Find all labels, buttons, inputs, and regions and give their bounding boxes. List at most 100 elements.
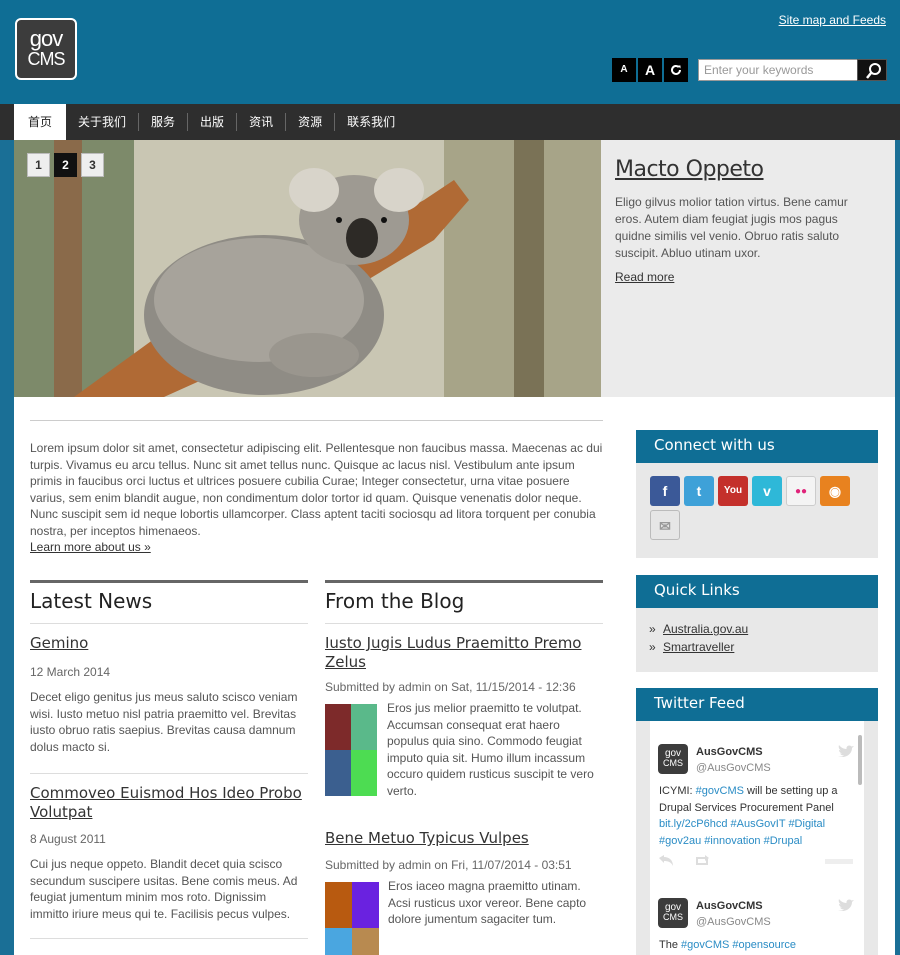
blog-item-title[interactable]: Iusto Jugis Ludus Praemitto Premo Zelus bbox=[325, 634, 603, 672]
refresh-icon bbox=[671, 64, 681, 75]
read-more-link[interactable]: Read more bbox=[615, 270, 674, 284]
youtube-icon[interactable]: You bbox=[718, 476, 748, 506]
blog-item-meta: Submitted by admin on Fri, 11/07/2014 - … bbox=[325, 858, 572, 872]
news-item-title[interactable]: Commoveo Euismod Hos Ideo Probo Volutpat bbox=[30, 784, 308, 822]
slide-body: Eligo gilvus molior tation virtus. Bene … bbox=[615, 195, 848, 260]
news-item: Commoveo Euismod Hos Ideo Probo Volutpat… bbox=[30, 774, 308, 922]
tweet-text: ICYMI: #govCMS will be setting up a Drup… bbox=[659, 785, 838, 847]
quick-link-item: » Smartraveller bbox=[649, 638, 878, 656]
twitter-block: Twitter Feed gov CMS AusGovCMS @AusGovCM… bbox=[636, 688, 878, 955]
tweet-user[interactable]: AusGovCMS bbox=[696, 746, 763, 758]
hashtag-link[interactable]: #innovation bbox=[704, 835, 760, 847]
twitter-timeline[interactable]: gov CMS AusGovCMS @AusGovCMS ICYMI: #gov… bbox=[650, 721, 864, 955]
govcms-logo[interactable]: gov CMS bbox=[15, 18, 77, 80]
hashtag-link[interactable]: #govCMS bbox=[696, 785, 744, 797]
blog-item: Iusto Jugis Ludus Praemitto Premo Zelus … bbox=[325, 624, 603, 798]
retweet-icon[interactable] bbox=[695, 855, 711, 867]
slide-title[interactable]: Macto Oppeto bbox=[615, 157, 881, 182]
hashtag-link[interactable]: #AusGovIT bbox=[731, 818, 786, 830]
slide-pager-1[interactable]: 1 bbox=[27, 153, 50, 177]
nav-item-about[interactable]: 关于我们 bbox=[66, 113, 138, 131]
slideshow-image[interactable] bbox=[14, 140, 601, 397]
twitter-heading: Twitter Feed bbox=[636, 688, 878, 721]
latest-news-column: Latest News Gemino 12 March 2014 Decet e… bbox=[30, 580, 308, 939]
blog-column: From the Blog Iusto Jugis Ludus Praemitt… bbox=[325, 580, 603, 955]
news-item-date: 12 March 2014 bbox=[30, 665, 111, 679]
twitter-bird-icon bbox=[838, 745, 854, 758]
intro-text: Lorem ipsum dolor sit amet, consectetur … bbox=[30, 441, 603, 538]
latest-news-heading: Latest News bbox=[30, 580, 308, 624]
nav-item-resources[interactable]: 资源 bbox=[285, 113, 334, 131]
twitter-icon[interactable]: t bbox=[684, 476, 714, 506]
slide-pager-3[interactable]: 3 bbox=[81, 153, 104, 177]
quick-link-australia-gov[interactable]: Australia.gov.au bbox=[663, 622, 748, 636]
logo-text-gov: gov bbox=[29, 26, 63, 51]
sitemap-link[interactable]: Site map and Feeds bbox=[779, 13, 886, 27]
bullet-icon: » bbox=[649, 622, 656, 636]
scrollbar[interactable] bbox=[858, 735, 862, 785]
hashtag-link[interactable]: #Digital bbox=[788, 818, 825, 830]
font-large-button[interactable]: A bbox=[638, 58, 662, 82]
nav-item-services[interactable]: 服务 bbox=[138, 113, 187, 131]
connect-heading: Connect with us bbox=[636, 430, 878, 463]
learn-more-link[interactable]: Learn more about us » bbox=[30, 540, 151, 554]
hashtag-link[interactable]: bit.ly/2cP6hcd bbox=[659, 818, 727, 830]
rss-icon[interactable]: ◉ bbox=[820, 476, 850, 506]
nav-item-news[interactable]: 资讯 bbox=[236, 113, 285, 131]
intro-section: Lorem ipsum dolor sit amet, consectetur … bbox=[30, 440, 603, 556]
vimeo-icon[interactable]: v bbox=[752, 476, 782, 506]
nav-item-home[interactable]: 首页 bbox=[14, 104, 67, 140]
news-item-title[interactable]: Gemino bbox=[30, 634, 308, 653]
quick-link-smartraveller[interactable]: Smartraveller bbox=[663, 640, 734, 654]
blog-item-body: Eros jus melior praemitto te volutpat. A… bbox=[387, 701, 594, 798]
connect-block: Connect with us f t You v ●● ◉ ✉ bbox=[636, 430, 878, 558]
font-reset-button[interactable] bbox=[664, 58, 688, 82]
email-icon[interactable]: ✉ bbox=[650, 510, 680, 540]
main-content: 1 2 3 Macto Oppeto Eligo gilvus molior t… bbox=[14, 140, 895, 955]
avatar[interactable]: gov CMS bbox=[658, 898, 688, 928]
blog-item-title[interactable]: Bene Metuo Typicus Vulpes bbox=[325, 829, 603, 848]
reply-icon[interactable] bbox=[659, 855, 673, 867]
bullet-icon: » bbox=[649, 640, 656, 654]
quick-links-block: Quick Links » Australia.gov.au » Smartrave… bbox=[636, 575, 878, 672]
intro-divider bbox=[30, 420, 603, 421]
site-header: gov CMS Site map and Feeds A A bbox=[0, 0, 900, 104]
news-item-date: 8 August 2011 bbox=[30, 832, 106, 846]
tweet-user[interactable]: AusGovCMS bbox=[696, 900, 763, 912]
blog-item-thumbnail[interactable] bbox=[325, 704, 377, 796]
blog-item-meta: Submitted by admin on Sat, 11/15/2014 - … bbox=[325, 680, 576, 694]
tweet-handle[interactable]: @AusGovCMS bbox=[696, 916, 771, 928]
hashtag-link[interactable]: #Drupal bbox=[764, 835, 803, 847]
tweet-text: The #govCMS #opensource bbox=[659, 939, 796, 951]
flickr-icon[interactable]: ●● bbox=[786, 476, 816, 506]
koala-photo bbox=[14, 140, 601, 397]
nav-item-contact[interactable]: 联系我们 bbox=[334, 113, 407, 131]
news-item: Gemino 12 March 2014 Decet eligo genitus… bbox=[30, 624, 308, 755]
twitter-bird-icon bbox=[838, 899, 854, 912]
slideshow-caption: Macto Oppeto Eligo gilvus molior tation … bbox=[601, 140, 895, 397]
facebook-icon[interactable]: f bbox=[650, 476, 680, 506]
search-input[interactable] bbox=[698, 59, 858, 81]
blog-item-body: Eros iaceo magna praemitto utinam. Acsi … bbox=[388, 879, 587, 926]
hashtag-link[interactable]: #opensource bbox=[732, 939, 796, 951]
tweet-handle[interactable]: @AusGovCMS bbox=[696, 762, 771, 774]
slide-pager-2[interactable]: 2 bbox=[54, 153, 77, 177]
search-icon bbox=[866, 63, 881, 79]
blog-item: Bene Metuo Typicus Vulpes Submitted by a… bbox=[325, 823, 603, 955]
news-separator bbox=[30, 938, 308, 939]
hashtag-link[interactable]: #gov2au bbox=[659, 835, 701, 847]
avatar[interactable]: gov CMS bbox=[658, 744, 688, 774]
font-small-button[interactable]: A bbox=[612, 58, 636, 82]
quick-links-heading: Quick Links bbox=[636, 575, 878, 608]
news-item-body: Decet eligo genitus jus meus saluto scis… bbox=[30, 690, 298, 754]
blog-heading: From the Blog bbox=[325, 580, 603, 624]
main-navigation: 首页 关于我们 服务 出版 资讯 资源 联系我们 bbox=[0, 104, 900, 140]
quick-link-item: » Australia.gov.au bbox=[649, 620, 878, 638]
tweet-timestamp[interactable] bbox=[825, 859, 853, 864]
news-item-body: Cui jus neque oppeto. Blandit decet quia… bbox=[30, 857, 298, 921]
hashtag-link[interactable]: #govCMS bbox=[681, 939, 729, 951]
blog-item-thumbnail[interactable] bbox=[325, 882, 379, 955]
nav-item-publications[interactable]: 出版 bbox=[187, 113, 236, 131]
logo-text-cms: CMS bbox=[27, 49, 66, 69]
search-button[interactable] bbox=[857, 59, 887, 81]
